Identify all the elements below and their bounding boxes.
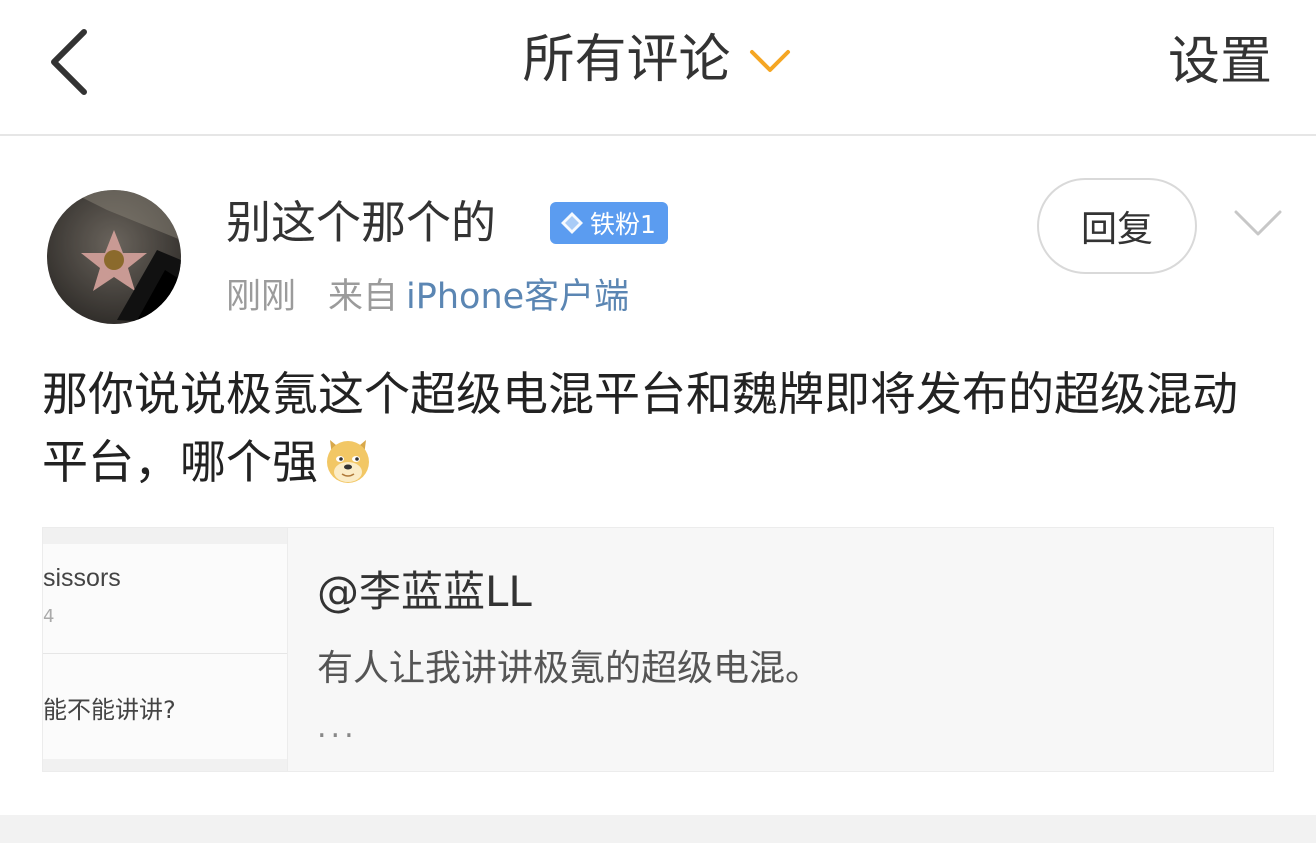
thumbnail-text: 能不能讲讲? <box>43 696 176 724</box>
bottom-divider <box>0 815 1316 843</box>
from-label: 来自 <box>328 277 399 317</box>
comment-body: 那你说说极氪这个超级电混平台和魏牌即将发布的超级混动平台，哪个强 <box>42 360 1282 496</box>
title-group: 所有评论 <box>0 22 1316 98</box>
comment-meta: 刚刚 来自 iPhone客户端 <box>226 274 629 320</box>
quoted-author: @李蓝蓝LL <box>317 567 532 616</box>
quoted-post-thumbnail: sissors 4 能不能讲讲? <box>43 528 288 771</box>
chevron-down-icon[interactable] <box>1230 200 1286 244</box>
comment-text: 那你说说极氪这个超级电混平台和魏牌即将发布的超级混动平台，哪个强 <box>42 367 1238 489</box>
thumbnail-text: sissors <box>43 564 121 592</box>
quoted-post-card[interactable]: sissors 4 能不能讲讲? @李蓝蓝LL 有人让我讲讲极氪的超级电混。 .… <box>42 527 1274 772</box>
page-title[interactable]: 所有评论 <box>522 22 730 98</box>
settings-button[interactable]: 设置 <box>1168 24 1272 100</box>
thumbnail-subtext: 4 <box>43 606 55 627</box>
chevron-down-icon[interactable] <box>746 40 794 80</box>
thumbnail-row <box>43 544 287 654</box>
doge-icon <box>327 440 369 483</box>
timestamp: 刚刚 <box>226 277 297 317</box>
top-nav-bar: 所有评论 设置 <box>0 0 1316 136</box>
quoted-ellipsis: ... <box>317 710 358 745</box>
avatar[interactable] <box>47 190 181 324</box>
quoted-text: 有人让我讲讲极氪的超级电混。 <box>317 648 822 689</box>
client-link[interactable]: iPhone客户端 <box>406 277 629 317</box>
avatar-image <box>47 190 181 324</box>
fan-badge[interactable]: 铁粉1 <box>550 202 668 244</box>
badge-label: 铁粉1 <box>590 210 656 239</box>
username[interactable]: 别这个那个的 <box>226 193 496 253</box>
reply-button[interactable]: 回复 <box>1037 178 1197 274</box>
diamond-icon <box>561 212 583 234</box>
